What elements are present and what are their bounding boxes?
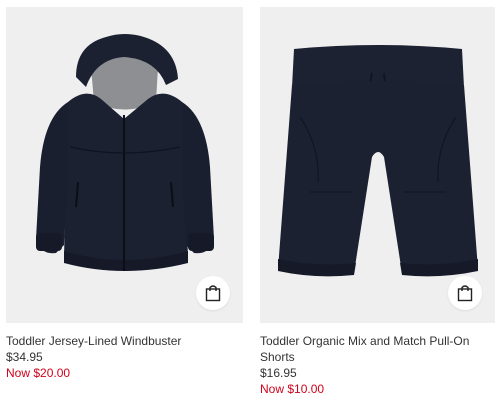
product-grid: Toddler Jersey-Lined Windbuster $34.95 N… [0, 0, 501, 400]
add-to-bag-button[interactable] [448, 276, 482, 310]
product-original-price: $34.95 [6, 350, 43, 364]
product-info: Toddler Jersey-Lined Windbuster $34.95 N… [6, 323, 243, 381]
product-original-price: $16.95 [260, 366, 297, 380]
product-image-tile[interactable] [6, 7, 243, 323]
product-title-link[interactable]: Toddler Jersey-Lined Windbuster [6, 333, 243, 349]
shopping-bag-icon [457, 285, 473, 302]
product-info: Toddler Organic Mix and Match Pull-On Sh… [260, 323, 495, 397]
windbreaker-jacket-image [36, 34, 214, 271]
shopping-bag-icon [205, 285, 221, 302]
product-sale-price: Now $20.00 [6, 366, 71, 380]
product-card-windbuster[interactable]: Toddler Jersey-Lined Windbuster $34.95 N… [6, 7, 243, 381]
product-title-link[interactable]: Toddler Organic Mix and Match Pull-On Sh… [260, 333, 495, 365]
product-card-shorts[interactable]: Toddler Organic Mix and Match Pull-On Sh… [260, 7, 495, 397]
product-sale-price: Now $10.00 [260, 382, 325, 396]
add-to-bag-button[interactable] [196, 276, 230, 310]
product-image-tile[interactable] [260, 7, 495, 323]
